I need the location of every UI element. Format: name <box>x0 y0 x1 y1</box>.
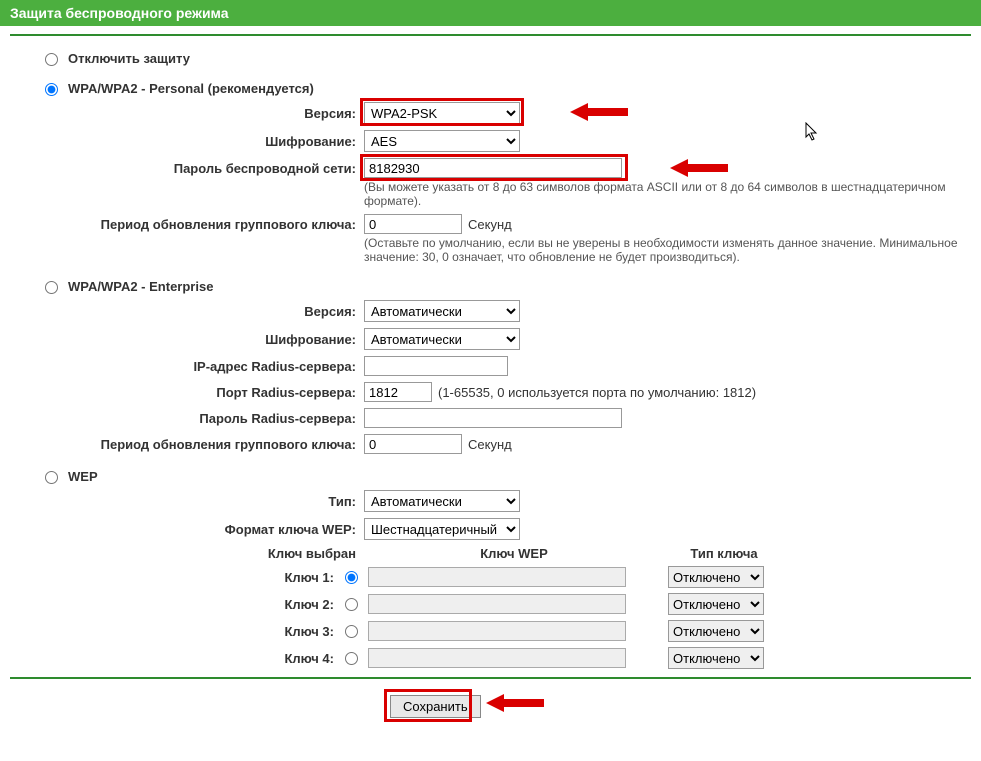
security-mode-wpa-personal-radio[interactable] <box>45 83 58 96</box>
wep-type-label: Тип: <box>10 494 364 509</box>
wpa-personal-version-label: Версия: <box>10 106 364 121</box>
wpa-personal-groupkey-unit: Секунд <box>468 217 512 232</box>
save-button[interactable]: Сохранить <box>390 695 481 718</box>
security-mode-wep-radio[interactable] <box>45 471 58 484</box>
wpa-personal-encryption-label: Шифрование: <box>10 134 364 149</box>
wpa-ent-radius-pw-label: Пароль Radius-сервера: <box>10 411 364 426</box>
wep-key-row: Ключ 4: Отключено <box>10 647 971 669</box>
wep-key-row: Ключ 1: Отключено <box>10 566 971 588</box>
wpa-ent-version-label: Версия: <box>10 304 364 319</box>
wpa-ent-radius-port-label: Порт Radius-сервера: <box>10 385 364 400</box>
wpa-ent-radius-port-input[interactable] <box>364 382 432 402</box>
wep-key-select-radio[interactable] <box>345 571 358 584</box>
wep-col-key-header: Ключ WEP <box>364 546 664 561</box>
wpa-personal-version-select[interactable]: WPA2-PSK <box>364 102 520 124</box>
wep-key-input[interactable] <box>368 594 626 614</box>
wpa-personal-groupkey-input[interactable] <box>364 214 462 234</box>
wep-col-selected-header: Ключ выбран <box>10 546 364 561</box>
wep-key-select-radio[interactable] <box>345 625 358 638</box>
security-mode-wpa-personal-label: WPA/WPA2 - Personal (рекомендуется) <box>68 81 314 96</box>
wep-key-type-select[interactable]: Отключено <box>668 620 764 642</box>
wpa-ent-groupkey-label: Период обновления группового ключа: <box>10 437 364 452</box>
security-mode-wpa-enterprise-label: WPA/WPA2 - Enterprise <box>68 279 213 294</box>
wep-key-label: Ключ 1: <box>10 570 340 585</box>
wep-type-select[interactable]: Автоматически <box>364 490 520 512</box>
wep-key-select-radio[interactable] <box>345 652 358 665</box>
wpa-ent-groupkey-input[interactable] <box>364 434 462 454</box>
wpa-personal-encryption-select[interactable]: AES <box>364 130 520 152</box>
wep-format-label: Формат ключа WEP: <box>10 522 364 537</box>
page-title-bar: Защита беспроводного режима <box>0 0 981 26</box>
wpa-personal-groupkey-label: Период обновления группового ключа: <box>10 217 364 232</box>
security-mode-wep-label: WEP <box>68 469 98 484</box>
wep-key-type-select[interactable]: Отключено <box>668 566 764 588</box>
wep-col-type-header: Тип ключа <box>664 546 784 561</box>
wpa-ent-radius-ip-input[interactable] <box>364 356 508 376</box>
wpa-ent-radius-port-hint: (1-65535, 0 используется порта по умолча… <box>438 385 756 400</box>
wep-key-row: Ключ 3: Отключено <box>10 620 971 642</box>
security-mode-wpa-enterprise-radio[interactable] <box>45 281 58 294</box>
wep-format-select[interactable]: Шестнадцатеричный <box>364 518 520 540</box>
wpa-ent-encryption-label: Шифрование: <box>10 332 364 347</box>
wpa-personal-groupkey-hint: (Оставьте по умолчанию, если вы не увере… <box>364 236 964 264</box>
wpa-ent-encryption-select[interactable]: Автоматически <box>364 328 520 350</box>
wep-key-select-radio[interactable] <box>345 598 358 611</box>
wep-key-type-select[interactable]: Отключено <box>668 647 764 669</box>
wep-key-row: Ключ 2: Отключено <box>10 593 971 615</box>
arrow-icon <box>670 156 730 180</box>
wpa-personal-password-hint: (Вы можете указать от 8 до 63 символов ф… <box>364 180 964 208</box>
security-mode-disable-radio[interactable] <box>45 53 58 66</box>
wpa-personal-password-input[interactable] <box>364 158 622 178</box>
arrow-icon <box>486 691 546 715</box>
wep-key-type-select[interactable]: Отключено <box>668 593 764 615</box>
wep-key-label: Ключ 2: <box>10 597 340 612</box>
wpa-personal-password-label: Пароль беспроводной сети: <box>10 161 364 176</box>
divider-top <box>10 34 971 36</box>
wep-key-label: Ключ 4: <box>10 651 340 666</box>
wep-key-input[interactable] <box>368 621 626 641</box>
security-mode-disable-label: Отключить защиту <box>68 51 190 66</box>
wpa-ent-radius-pw-input[interactable] <box>364 408 622 428</box>
page-title: Защита беспроводного режима <box>10 5 229 21</box>
wep-key-input[interactable] <box>368 567 626 587</box>
wep-key-label: Ключ 3: <box>10 624 340 639</box>
wep-key-input[interactable] <box>368 648 626 668</box>
wpa-ent-groupkey-unit: Секунд <box>468 437 512 452</box>
wpa-ent-version-select[interactable]: Автоматически <box>364 300 520 322</box>
wpa-ent-radius-ip-label: IP-адрес Radius-сервера: <box>10 359 364 374</box>
divider-bottom <box>10 677 971 679</box>
arrow-icon <box>570 100 630 124</box>
